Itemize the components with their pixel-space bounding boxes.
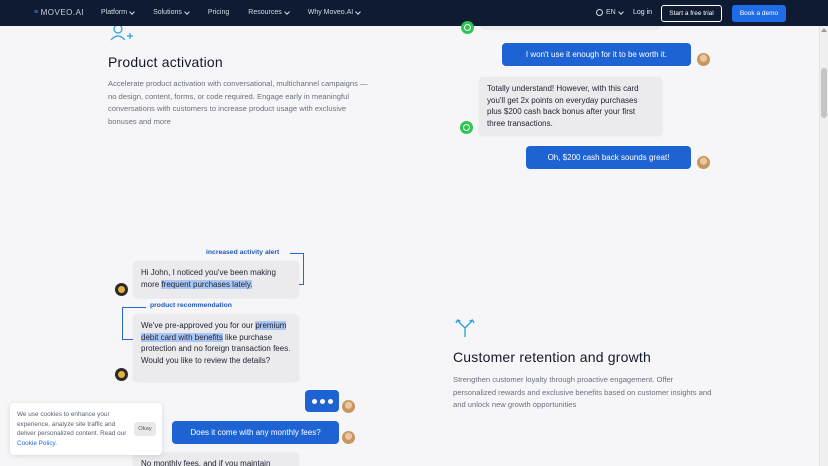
menu-label: Resources	[248, 9, 282, 16]
menu-item-solutions[interactable]: Solutions	[153, 8, 190, 16]
language-label: EN	[606, 9, 616, 16]
section-title-retention: Customer retention and growth	[453, 349, 652, 365]
chat-bubble-user: Does it come with any monthly fees?	[172, 421, 339, 444]
bot-avatar	[115, 368, 128, 381]
menu-label: Why Moveo.AI	[307, 9, 354, 16]
user-avatar	[342, 400, 355, 413]
main-menu: Platform Solutions Pricing Resources Why…	[101, 8, 379, 16]
highlight-frequent-purchases: frequent purchases lately.	[161, 279, 253, 289]
cookie-okay-button[interactable]: Okay	[134, 422, 156, 436]
menu-item-why-moveo[interactable]: Why Moveo.AI	[307, 8, 362, 16]
chat-bubble-user: Oh, $200 cash back sounds great!	[526, 146, 691, 169]
chevron-down-icon	[184, 8, 190, 15]
logo-mark-icon: ≡	[34, 9, 39, 16]
whatsapp-icon	[461, 21, 474, 34]
chat-bubble-cutoff	[480, 26, 660, 30]
chat-bubble-bot: Totally understand! However, with this c…	[479, 77, 662, 135]
typing-dot	[327, 398, 333, 404]
split-arrows-icon	[455, 319, 475, 337]
cookie-text: We use cookies to enhance your experienc…	[17, 410, 129, 448]
login-link[interactable]: Log in	[633, 9, 652, 16]
section-desc-activation: Accelerate product activation with conve…	[108, 79, 368, 126]
typing-dot	[311, 398, 317, 404]
scrollbar-thumb[interactable]	[821, 68, 827, 118]
tag-increased-activity-alert: increased activity alert	[206, 249, 280, 256]
book-demo-button[interactable]: Book a demo	[732, 5, 786, 22]
cookie-message: We use cookies to enhance your experienc…	[17, 411, 127, 438]
chat-bubble-bot: We've pre-approved you for our premium d…	[133, 314, 299, 381]
globe-icon	[596, 9, 603, 16]
whatsapp-icon	[460, 121, 473, 134]
language-selector[interactable]: EN	[596, 8, 624, 16]
typing-indicator	[305, 390, 339, 412]
user-avatar	[342, 431, 355, 444]
chevron-down-icon	[355, 8, 362, 15]
chat-bubble-user: I won't use it enough for it to be worth…	[502, 43, 691, 66]
menu-item-resources[interactable]: Resources	[248, 8, 290, 16]
user-avatar	[697, 53, 710, 66]
message-text: We've pre-approved you for our	[141, 321, 256, 330]
top-navbar: ≡ MOVEO.AI Platform Solutions Pricing Re…	[0, 0, 828, 26]
chevron-down-icon	[617, 8, 624, 15]
chevron-down-icon	[129, 8, 135, 15]
section-title-activation: Product activation	[108, 54, 223, 70]
typing-dot	[319, 398, 325, 404]
menu-label: Solutions	[153, 9, 182, 16]
logo-text: MOVEO.AI	[40, 8, 85, 17]
moveo-logo[interactable]: ≡ MOVEO.AI	[34, 8, 84, 17]
cookie-policy-link[interactable]: Cookie Policy.	[17, 440, 57, 447]
menu-label: Pricing	[207, 9, 230, 16]
user-avatar	[697, 156, 710, 169]
scroll-up-arrow-icon[interactable]	[821, 28, 827, 32]
tag-product-recommendation: product recommendation	[150, 302, 232, 309]
start-free-trial-button[interactable]: Start a free trial	[661, 5, 722, 22]
menu-item-pricing[interactable]: Pricing	[208, 9, 229, 16]
chat-bubble-bot: Hi John, I noticed you've been making mo…	[133, 261, 299, 297]
menu-label: Platform	[101, 9, 128, 16]
chevron-down-icon	[283, 8, 290, 15]
cookie-banner: We use cookies to enhance your experienc…	[10, 403, 162, 455]
bot-avatar	[115, 283, 128, 296]
menu-item-platform[interactable]: Platform	[101, 8, 135, 16]
user-plus-icon	[110, 26, 133, 41]
section-desc-retention: Strengthen customer loyalty through proa…	[453, 375, 712, 409]
